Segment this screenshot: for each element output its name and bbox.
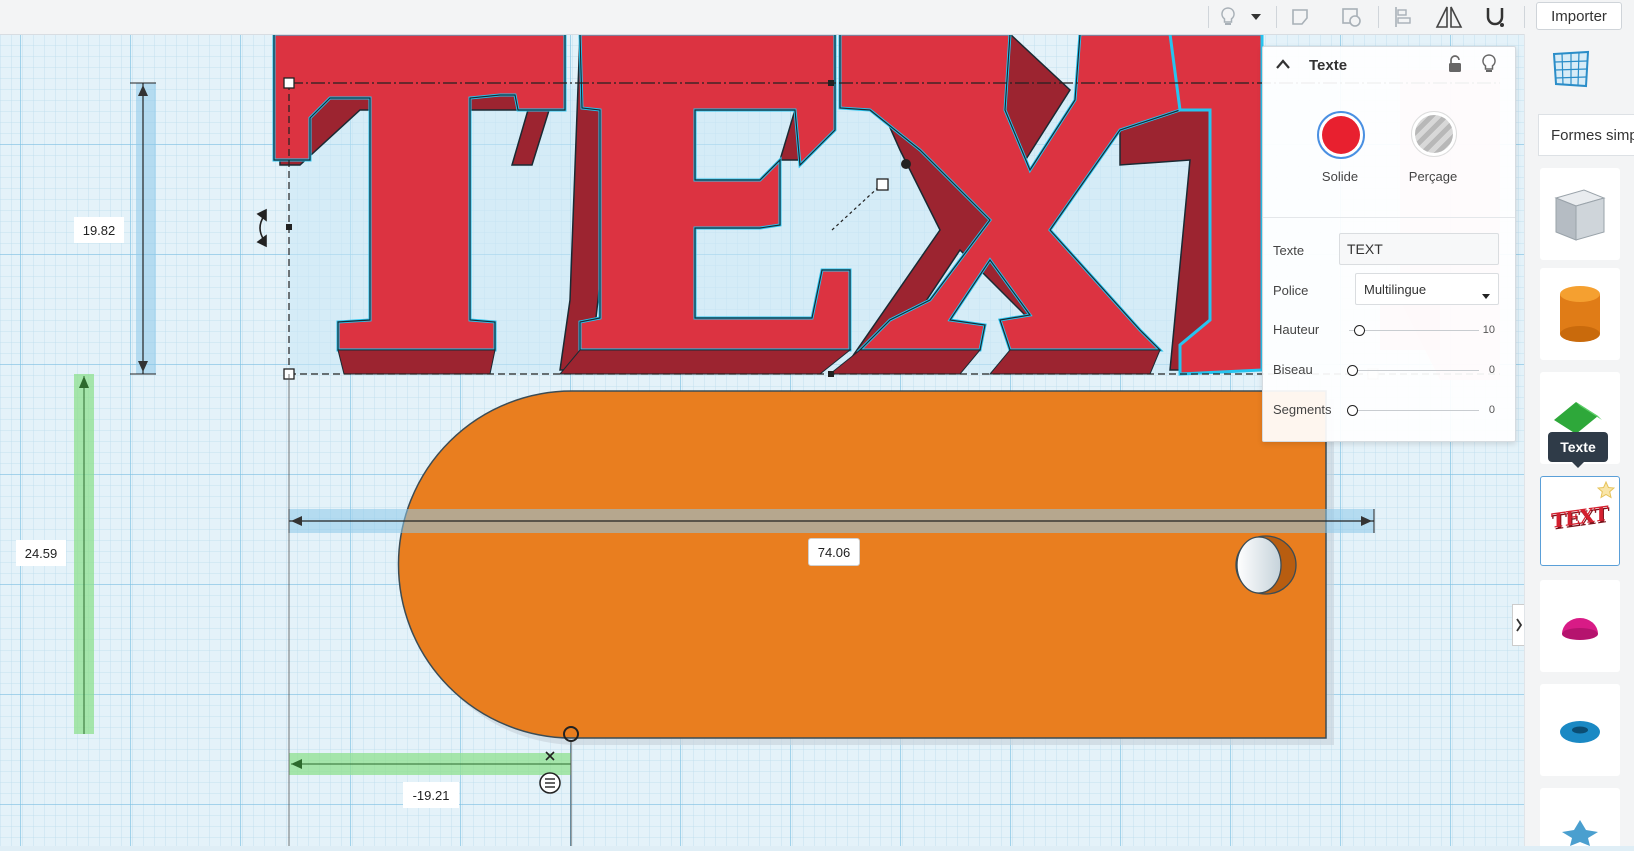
bevel-slider-thumb[interactable] (1347, 365, 1358, 376)
segments-label: Segments (1273, 402, 1332, 417)
magnet-icon[interactable] (1480, 4, 1510, 30)
chevron-down-icon[interactable] (1246, 4, 1266, 30)
hole-button[interactable] (1411, 111, 1457, 157)
top-toolbar: Importer (0, 0, 1634, 35)
offset-value[interactable]: -19.21 (403, 782, 459, 808)
height-label: Hauteur (1273, 322, 1320, 337)
text-label: Texte (1273, 243, 1305, 258)
mirror-icon[interactable] (1432, 4, 1466, 30)
import-button[interactable]: Importer (1536, 2, 1622, 30)
panel-divider (1263, 217, 1515, 218)
lightbulb-icon[interactable] (1481, 54, 1497, 79)
shape-view-icon[interactable] (1336, 4, 1366, 30)
base-plate[interactable] (397, 390, 1334, 745)
height-slider[interactable] (1349, 330, 1479, 331)
segments-slider[interactable] (1349, 410, 1479, 411)
shape-category-select[interactable]: Formes simp (1538, 114, 1634, 156)
star-icon[interactable] (1596, 480, 1616, 504)
star-shape-icon (1562, 820, 1598, 846)
bevel-value[interactable]: 0 (1489, 364, 1495, 376)
shape-item-text[interactable]: TEXT (1540, 476, 1620, 566)
elevation-value[interactable]: 24.59 (16, 540, 66, 566)
solid-label: Solide (1321, 169, 1359, 184)
font-label: Police (1273, 283, 1309, 298)
shape-properties-panel: Texte Solide Perçage Texte TEXT Police M… (1262, 46, 1516, 442)
height-value[interactable]: 10 (1483, 324, 1495, 336)
text-shape-icon: TEXT (1551, 501, 1608, 533)
font-select[interactable]: Multilingue (1355, 273, 1499, 305)
shape-item-cylinder[interactable] (1540, 268, 1620, 360)
font-select-value: Multilingue (1364, 281, 1427, 297)
menu-icon[interactable] (539, 772, 561, 794)
toolbar-separator (1276, 6, 1277, 28)
solid-button[interactable] (1317, 111, 1365, 159)
toolbar-separator (1208, 6, 1209, 28)
bevel-label: Biseau (1273, 362, 1313, 377)
text-input[interactable]: TEXT (1339, 233, 1499, 265)
toolbar-separator (1524, 6, 1525, 28)
shape-item-torus[interactable] (1540, 684, 1620, 776)
panel-title: Texte (1309, 57, 1348, 74)
box-shape-icon (1554, 189, 1606, 241)
shape-item-half-sphere[interactable] (1540, 580, 1620, 672)
chevron-right-icon (1516, 618, 1523, 632)
toolbar-separator (1378, 6, 1379, 28)
align-icon[interactable] (1388, 4, 1418, 30)
chevron-up-icon[interactable] (1275, 57, 1291, 73)
height-slider-thumb[interactable] (1354, 325, 1365, 336)
tooltip: Texte (1548, 432, 1608, 462)
lock-icon[interactable] (1447, 55, 1463, 78)
hole-label: Perçage (1408, 169, 1458, 184)
cylinder-shape-icon (1560, 286, 1600, 342)
torus-shape-icon (1560, 721, 1600, 743)
solid-color-swatch (1322, 116, 1360, 154)
chevron-down-icon (1482, 287, 1490, 302)
width-value[interactable]: 74.06 (808, 538, 860, 566)
corner-handle[interactable] (283, 77, 295, 89)
shape-item-star[interactable] (1540, 788, 1620, 846)
elevation-dimension[interactable] (74, 374, 94, 734)
lift-cone-handle[interactable] (901, 159, 911, 169)
half-sphere-shape-icon (1562, 618, 1598, 640)
bevel-slider[interactable] (1349, 370, 1479, 371)
shape-note-icon[interactable] (1286, 4, 1316, 30)
segments-value[interactable]: 0 (1489, 404, 1495, 416)
segments-slider-thumb[interactable] (1347, 405, 1358, 416)
lightbulb-icon[interactable] (1214, 4, 1242, 30)
hole-swatch (1415, 115, 1453, 153)
height-handle[interactable] (876, 178, 889, 191)
workplane-grid-icon[interactable] (1550, 48, 1592, 95)
shape-item-box[interactable] (1540, 168, 1620, 260)
height-value[interactable]: 19.82 (74, 217, 124, 243)
tooltip-arrow (1572, 462, 1584, 468)
width-dimension[interactable] (288, 509, 1375, 533)
